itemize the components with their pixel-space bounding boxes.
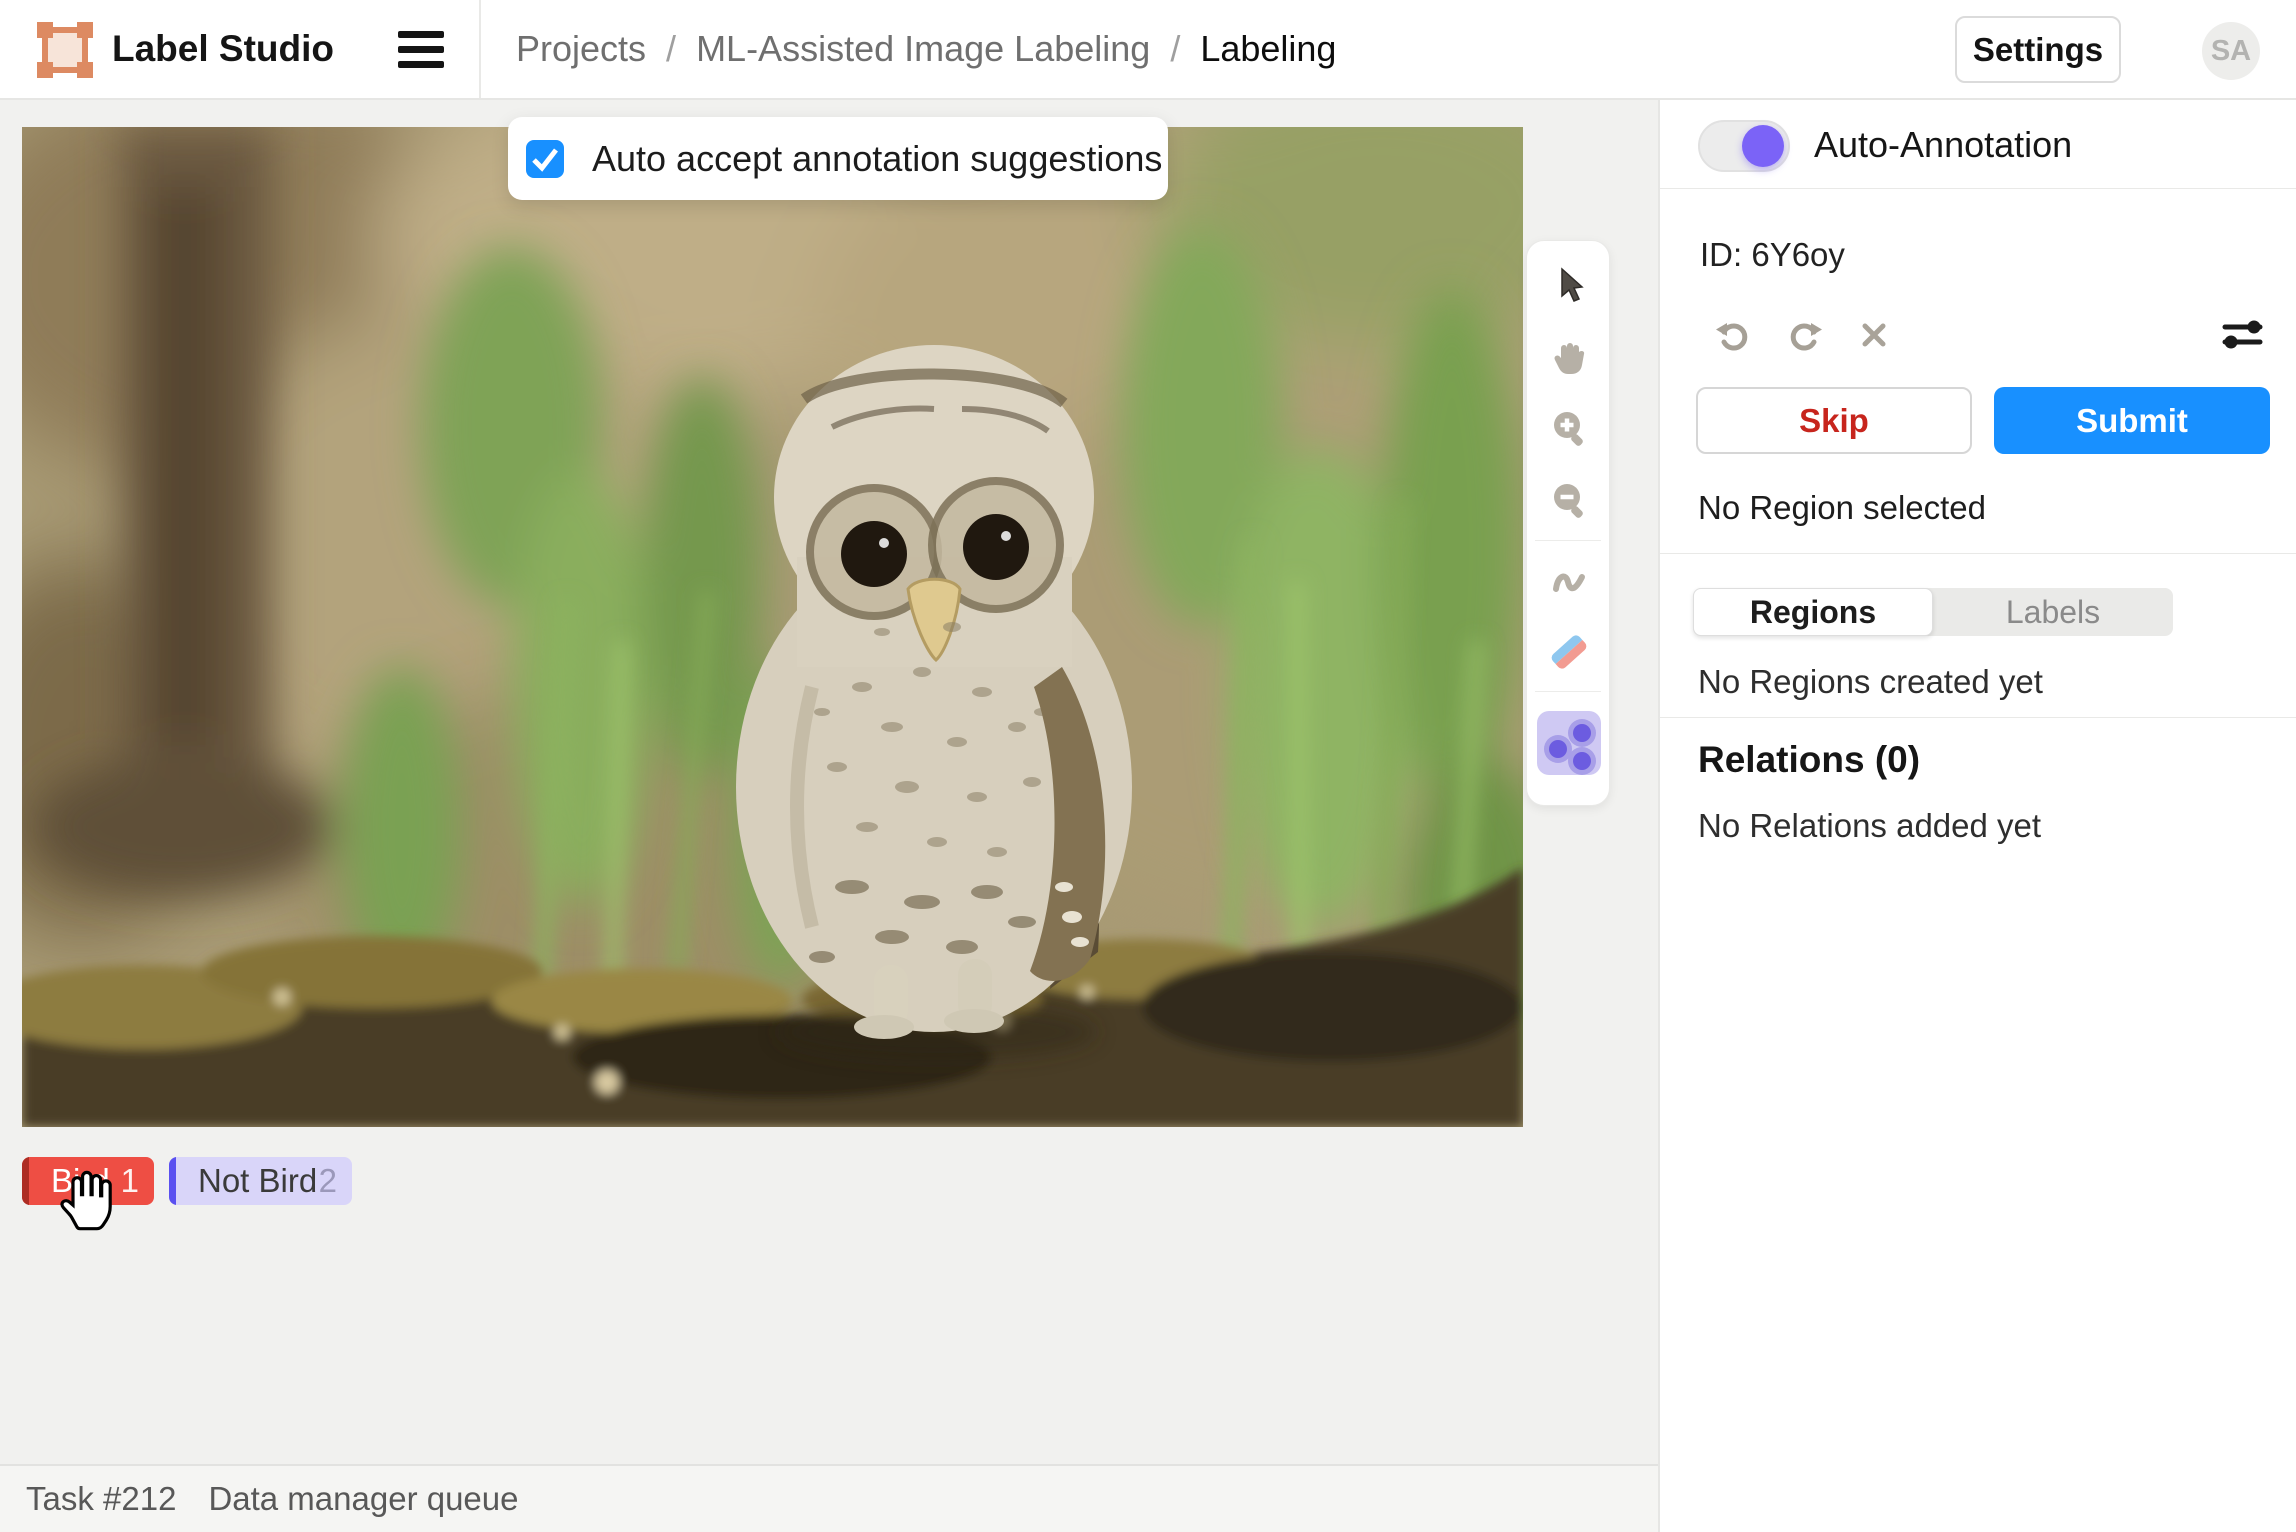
keypoints-icon bbox=[1537, 711, 1601, 775]
app-name: Label Studio bbox=[112, 0, 334, 98]
cursor-arrow-icon bbox=[1549, 265, 1589, 305]
toolbar-divider bbox=[1535, 691, 1601, 692]
label-chip-not-bird[interactable]: Not Bird 2 bbox=[169, 1157, 352, 1205]
breadcrumb-current-page: Labeling bbox=[1200, 28, 1336, 70]
user-avatar[interactable]: SA bbox=[2202, 22, 2260, 80]
label-color-stripe bbox=[22, 1157, 29, 1205]
panel-divider bbox=[1660, 188, 2296, 189]
queue-name: Data manager queue bbox=[208, 1480, 518, 1518]
skip-button[interactable]: Skip bbox=[1696, 387, 1972, 454]
label-studio-app: Label Studio Projects / ML-Assisted Imag… bbox=[0, 0, 2296, 1532]
label-text: Not Bird bbox=[198, 1162, 317, 1200]
redo-icon bbox=[1784, 315, 1824, 355]
label-studio-logo-icon[interactable] bbox=[36, 21, 94, 79]
annotation-id: ID: 6Y6oy bbox=[1700, 236, 1845, 274]
eraser-tool[interactable] bbox=[1527, 616, 1611, 688]
hamburger-menu-icon[interactable] bbox=[398, 31, 444, 69]
brush-icon bbox=[1549, 560, 1589, 600]
status-bar: Task #212 Data manager queue bbox=[0, 1464, 1658, 1532]
task-image-canvas[interactable] bbox=[22, 127, 1523, 1127]
panel-divider bbox=[1660, 553, 2296, 554]
reset-button[interactable] bbox=[1850, 311, 1898, 359]
breadcrumb-projects[interactable]: Projects bbox=[516, 28, 646, 70]
relations-empty-text: No Relations added yet bbox=[1698, 807, 2041, 845]
panel-divider bbox=[1660, 717, 2296, 718]
regions-labels-tabs: Regions Labels bbox=[1693, 588, 2173, 636]
header-divider bbox=[479, 0, 481, 98]
tab-labels[interactable]: Labels bbox=[1933, 588, 2173, 636]
auto-annotation-label: Auto-Annotation bbox=[1814, 124, 2072, 166]
auto-accept-label: Auto accept annotation suggestions bbox=[592, 138, 1162, 180]
hand-icon bbox=[1549, 337, 1589, 377]
submit-button[interactable]: Submit bbox=[1994, 387, 2270, 454]
brush-tool[interactable] bbox=[1527, 544, 1611, 616]
label-hotkey: 2 bbox=[319, 1162, 337, 1200]
auto-accept-checkbox[interactable] bbox=[526, 140, 564, 178]
settings-button[interactable]: Settings bbox=[1955, 16, 2121, 83]
zoom-out-icon bbox=[1549, 481, 1589, 521]
view-settings-button[interactable] bbox=[2218, 311, 2266, 359]
zoom-in-tool[interactable] bbox=[1527, 393, 1611, 465]
label-text: Bird bbox=[51, 1162, 110, 1200]
label-color-stripe bbox=[169, 1157, 176, 1205]
breadcrumb-separator: / bbox=[666, 28, 676, 70]
annotation-side-panel: Auto-Annotation ID: 6Y6oy bbox=[1658, 100, 2296, 1532]
breadcrumb-separator: / bbox=[1170, 28, 1180, 70]
close-icon bbox=[1854, 315, 1894, 355]
breadcrumb-project-name[interactable]: ML-Assisted Image Labeling bbox=[696, 28, 1150, 70]
undo-icon bbox=[1714, 315, 1754, 355]
top-header: Label Studio Projects / ML-Assisted Imag… bbox=[0, 0, 2296, 100]
auto-annotation-toggle[interactable] bbox=[1698, 120, 1790, 172]
labeling-workspace: Auto accept annotation suggestions bbox=[0, 100, 1658, 1464]
zoom-out-tool[interactable] bbox=[1527, 465, 1611, 537]
regions-empty-text: No Regions created yet bbox=[1698, 663, 2043, 701]
redo-button[interactable] bbox=[1780, 311, 1828, 359]
auto-accept-suggestions-banner: Auto accept annotation suggestions bbox=[508, 117, 1168, 200]
breadcrumb: Projects / ML-Assisted Image Labeling / … bbox=[516, 0, 1336, 98]
toolbar-divider bbox=[1535, 540, 1601, 541]
select-tool[interactable] bbox=[1527, 249, 1611, 321]
label-hotkey: 1 bbox=[121, 1162, 139, 1200]
zoom-in-icon bbox=[1549, 409, 1589, 449]
sliders-icon bbox=[2218, 311, 2266, 359]
label-chip-bird[interactable]: Bird 1 bbox=[22, 1157, 154, 1205]
task-number: Task #212 bbox=[26, 1480, 176, 1518]
keypoints-tool[interactable] bbox=[1527, 695, 1611, 791]
relations-heading: Relations (0) bbox=[1698, 739, 1920, 781]
pan-tool[interactable] bbox=[1527, 321, 1611, 393]
annotation-toolbar bbox=[1526, 240, 1610, 806]
tab-regions[interactable]: Regions bbox=[1693, 588, 1933, 636]
eraser-icon bbox=[1549, 632, 1589, 672]
undo-button[interactable] bbox=[1710, 311, 1758, 359]
region-status-text: No Region selected bbox=[1698, 489, 1986, 527]
toggle-knob bbox=[1742, 125, 1784, 167]
